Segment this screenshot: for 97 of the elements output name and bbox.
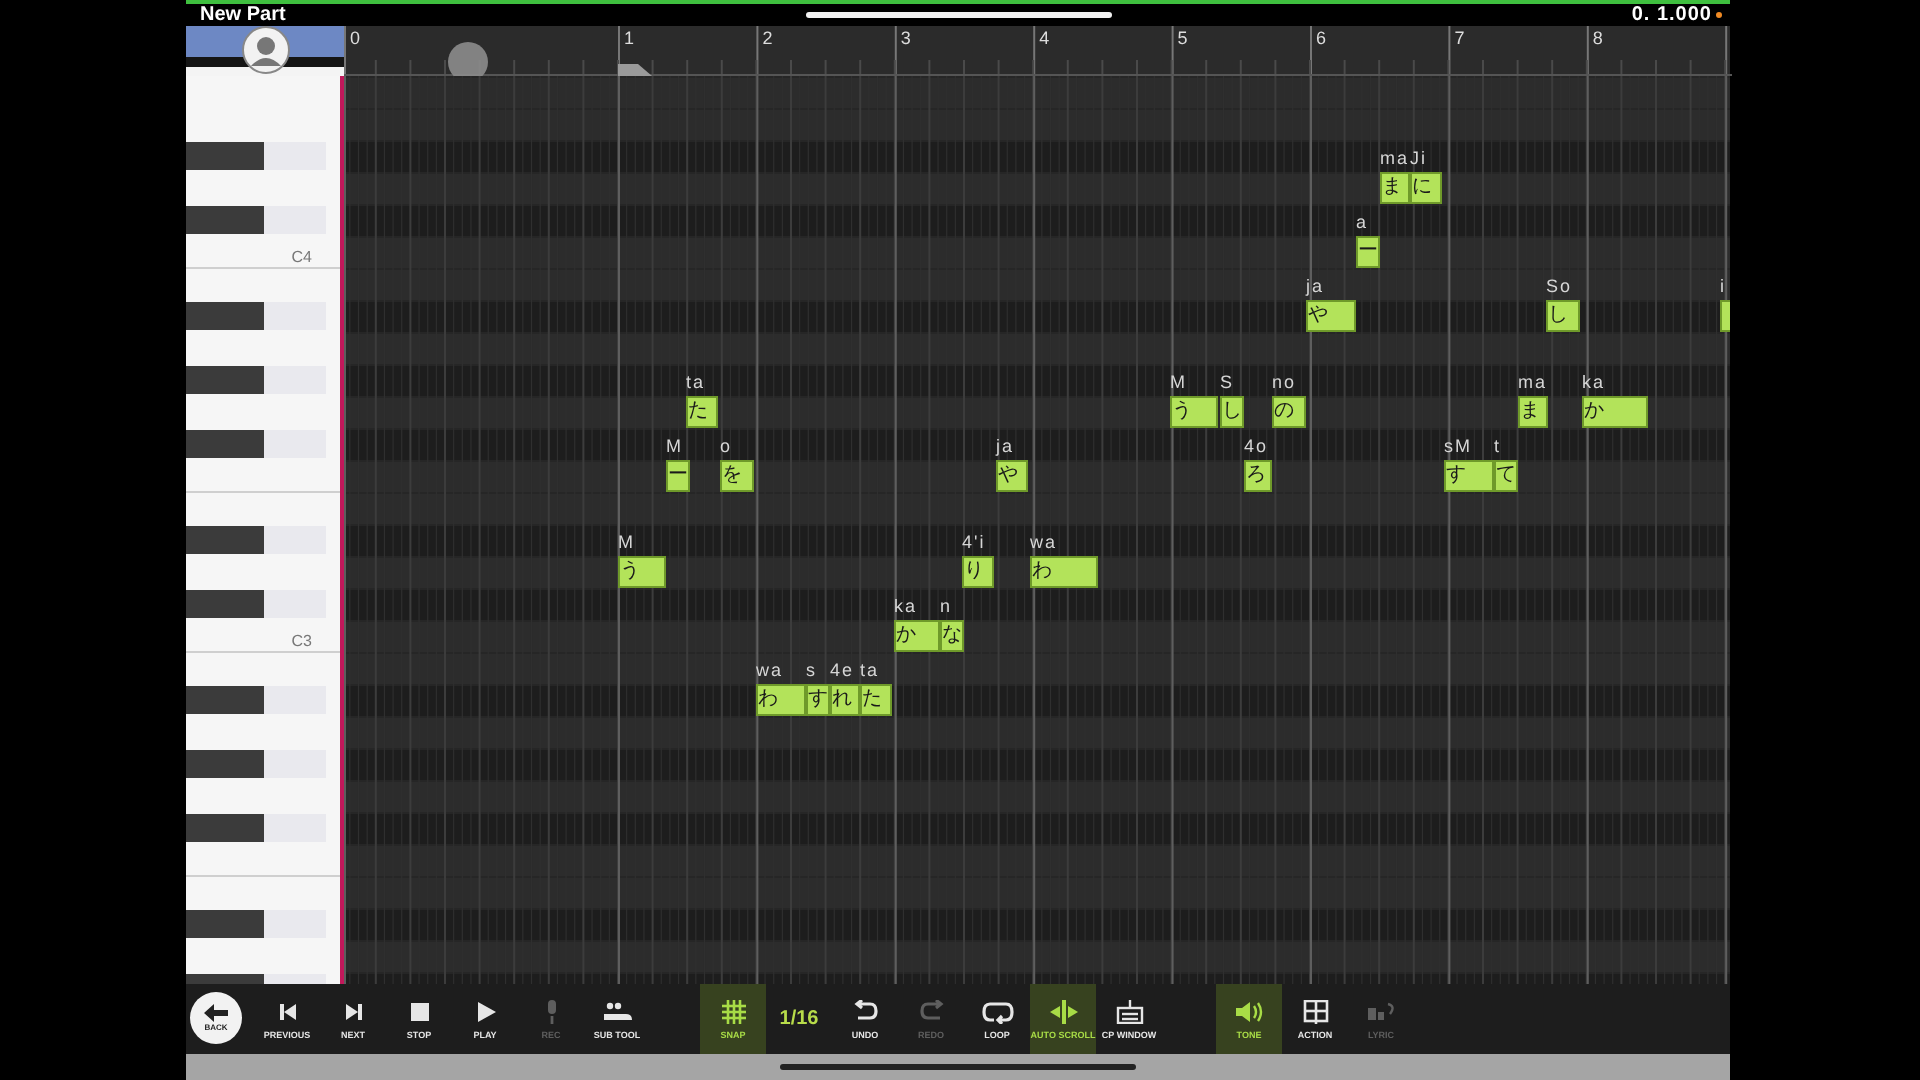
phoneme-label: ma [1380, 148, 1410, 170]
avatar-icon[interactable] [241, 26, 289, 74]
measure-number: 1 [624, 28, 635, 48]
note-block[interactable]: に [1410, 172, 1442, 204]
note-block[interactable]: ー [1356, 236, 1380, 268]
measure-number: 5 [1177, 28, 1188, 48]
phoneme-label: ma [1518, 372, 1548, 394]
phoneme-label: wa [1030, 532, 1058, 554]
note-block[interactable]: た [860, 684, 892, 716]
sharp-key[interactable] [186, 686, 326, 714]
note-block[interactable]: す [1444, 460, 1494, 492]
phoneme-label: 4e [830, 660, 855, 682]
timeline-ruler[interactable]: 0 1 2 3 4 5 6 7 8 [344, 26, 1730, 76]
note-block[interactable]: や [996, 460, 1028, 492]
sharp-key[interactable] [186, 366, 326, 394]
sharp-key[interactable] [186, 974, 326, 984]
part-title: New Part [200, 4, 286, 26]
note-block[interactable]: ろ [1244, 460, 1272, 492]
sharp-key[interactable] [186, 142, 326, 170]
phoneme-label: no [1272, 372, 1297, 394]
loop-icon [981, 999, 1013, 1023]
note-block[interactable]: し [1220, 396, 1244, 428]
measure-number: 7 [1454, 28, 1465, 48]
tools-icon [601, 999, 633, 1023]
phoneme-label: ta [686, 372, 706, 394]
phoneme-label: t [1494, 436, 1502, 458]
measure-number: 3 [900, 28, 911, 48]
note-block[interactable]: や [1306, 300, 1356, 332]
sharp-key[interactable] [186, 590, 326, 618]
phoneme-label: S [1220, 372, 1235, 394]
phoneme-label: wa [756, 660, 784, 682]
note-block[interactable]: う [618, 556, 666, 588]
note-block[interactable]: を [720, 460, 754, 492]
note-block[interactable]: か [894, 620, 940, 652]
measure-number: 4 [1039, 28, 1050, 48]
phoneme-label: ta [860, 660, 880, 682]
key-label: C4 [291, 248, 312, 266]
phoneme-label: o [720, 436, 733, 458]
crosshair-box-icon [1299, 999, 1331, 1023]
phoneme-label: ka [894, 596, 918, 618]
note-block[interactable]: う [1170, 396, 1218, 428]
phoneme-label: a [1356, 212, 1369, 234]
phoneme-label: n [940, 596, 953, 618]
phoneme-label: M [1170, 372, 1187, 394]
phoneme-label: ja [1306, 276, 1325, 298]
note-block[interactable]: れ [830, 684, 860, 716]
note-block[interactable]: わ [756, 684, 806, 716]
redo-icon [915, 999, 947, 1023]
note-block[interactable]: す [806, 684, 830, 716]
snap-value[interactable]: 1/16 [766, 984, 832, 1054]
sharp-key[interactable] [186, 750, 326, 778]
phoneme-label: Ji [1410, 148, 1427, 170]
note-block[interactable]: ー [666, 460, 690, 492]
sharp-key[interactable] [186, 814, 326, 842]
sharp-key[interactable] [186, 302, 326, 330]
phoneme-label: i [1720, 276, 1726, 298]
note-block[interactable]: り [962, 556, 994, 588]
position-readout: 0. 1.000 [1631, 4, 1712, 26]
measure-number: 0 [350, 28, 361, 48]
sharp-key[interactable] [186, 206, 326, 234]
sharp-key[interactable] [186, 526, 326, 554]
measure-number: 6 [1316, 28, 1327, 48]
phoneme-label: sM [1444, 436, 1472, 458]
note-block[interactable]: て [1494, 460, 1518, 492]
measure-number: 8 [1592, 28, 1603, 48]
microphone-icon [547, 999, 555, 1023]
note-grid-drawing[interactable] [344, 76, 1730, 984]
note-block[interactable]: ま [1518, 396, 1548, 428]
note-block[interactable]: し [1546, 300, 1580, 332]
note-block[interactable]: か [1582, 396, 1648, 428]
sharp-key[interactable] [186, 910, 326, 938]
phoneme-label: ka [1582, 372, 1606, 394]
phoneme-label: s [806, 660, 817, 682]
note-block[interactable]: な [940, 620, 964, 652]
undo-icon [849, 999, 881, 1023]
phoneme-label: M [666, 436, 683, 458]
phoneme-label: ja [996, 436, 1015, 458]
sharp-key[interactable] [186, 430, 326, 458]
piano-keyboard[interactable]: C4 C3 [186, 76, 340, 984]
arrow-left-icon [204, 1004, 228, 1022]
phoneme-label: 4o [1244, 436, 1269, 458]
note-block[interactable]: た [686, 396, 718, 428]
phoneme-label: M [618, 532, 635, 554]
window-icon [1113, 999, 1145, 1023]
note-block[interactable]: ま [1380, 172, 1410, 204]
singer-header[interactable] [186, 26, 344, 76]
lyric-icon [1365, 999, 1397, 1023]
note-block[interactable]: の [1272, 396, 1306, 428]
measure-number: 2 [762, 28, 773, 48]
phoneme-label: 4'i [962, 532, 986, 554]
grid-icon [717, 999, 749, 1023]
speaker-icon [1233, 999, 1265, 1023]
phoneme-label: So [1546, 276, 1573, 298]
note-block[interactable]: わ [1030, 556, 1098, 588]
status-dot-icon [1716, 12, 1722, 18]
key-label: C3 [291, 632, 312, 650]
scroll-arrows-icon [1047, 999, 1079, 1023]
